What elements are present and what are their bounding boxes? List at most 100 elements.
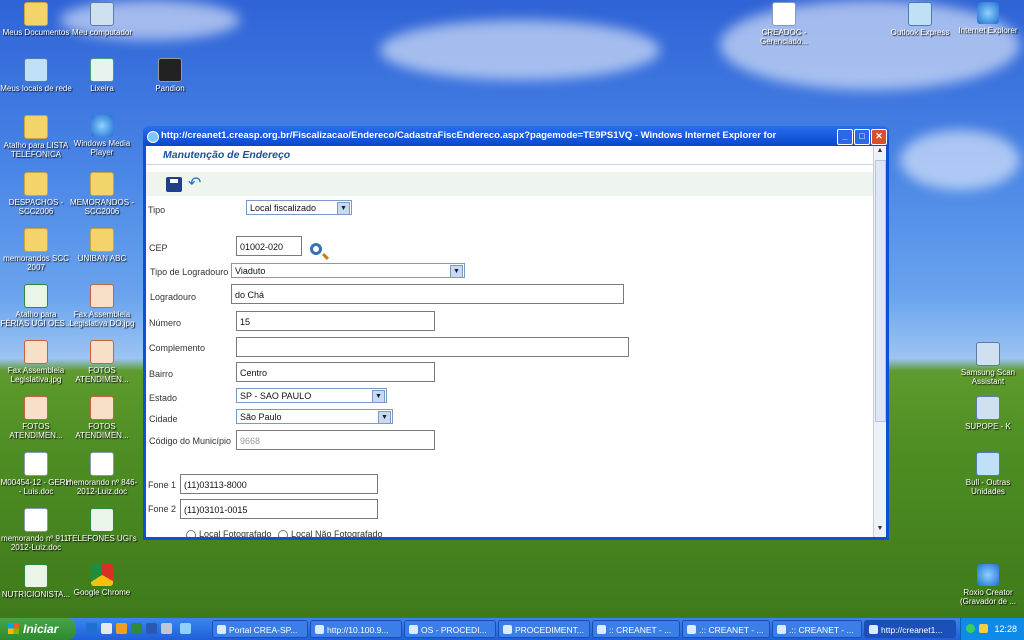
desktop-icon-nutricionista[interactable]: NUTRICIONISTA... [0, 564, 72, 599]
icon-label: Meu computador [71, 28, 133, 37]
creadoc-icon [772, 2, 796, 26]
fone2-field[interactable]: (11)03101-0015 [180, 499, 378, 519]
desktop-icon-bull-outras-unidades[interactable]: Bull - Outras Unidades [952, 452, 1024, 496]
desktop-icon-creadoc[interactable]: CREADOC - Gerenciado... [748, 2, 820, 46]
desktop-icon-memorando-911[interactable]: memorando nº 911-2012-Luiz.doc [0, 508, 72, 552]
word-quicklaunch-icon[interactable] [146, 623, 157, 634]
complemento-field[interactable] [236, 337, 629, 357]
icon-label: NUTRICIONISTA... [1, 590, 71, 599]
desktop-icon-internet-explorer[interactable]: Internet Explorer [952, 2, 1024, 35]
desktop-icon-pandion[interactable]: Pandion [134, 58, 206, 93]
folder-icon [409, 625, 418, 634]
close-button[interactable]: ✕ [871, 129, 887, 145]
save-icon[interactable] [166, 177, 182, 192]
undo-icon[interactable]: ↶ [188, 176, 201, 192]
vertical-scrollbar[interactable]: ▲ ▼ [873, 146, 886, 537]
minimize-button[interactable]: _ [837, 129, 853, 145]
cep-field[interactable]: 01002-020 [236, 236, 302, 256]
tipo-logradouro-select[interactable]: Viaduto ▼ [231, 263, 465, 278]
scroll-thumb[interactable] [875, 160, 886, 422]
desktop-icon-meus-locais-de-rede[interactable]: Meus locais de rede [0, 58, 72, 93]
desktop-icon-fotos-3[interactable]: FOTOS ATENDIMEN... [66, 396, 138, 440]
outlook-quicklaunch-icon[interactable] [116, 623, 127, 634]
desktop-icon-samsung-scan[interactable]: Samsung Scan Assistant [952, 342, 1024, 386]
icon-label: Samsung Scan Assistant [960, 368, 1016, 386]
ie-icon [597, 625, 606, 634]
scroll-up-icon[interactable]: ▲ [875, 147, 885, 157]
desktop-quicklaunch-icon[interactable] [101, 623, 112, 634]
radio-local-fotografado[interactable]: Local Fotografado [186, 529, 272, 537]
desktop-icon-supope-k[interactable]: SUPOPE - K [952, 396, 1024, 431]
desktop-icon-outlook-express[interactable]: Outlook Express [884, 2, 956, 37]
divider [146, 164, 874, 165]
network-status-icon[interactable] [966, 624, 975, 633]
desktop-icon-ferias-ugi[interactable]: Atalho para FÉRIAS UGI OES... [0, 284, 72, 328]
ie-quicklaunch-icon[interactable] [86, 623, 97, 634]
desktop-icon-telefones-ugis[interactable]: TELEFONES UGI's [66, 508, 138, 543]
task-os-procedi[interactable]: OS - PROCEDI... [404, 620, 496, 638]
logradouro-field[interactable]: do Chá [231, 284, 624, 304]
cloud [380, 20, 660, 80]
desktop-icon-m00454[interactable]: M00454-12 - GERH - Luis.doc [0, 452, 72, 496]
fone1-field[interactable]: (11)03113-8000 [180, 474, 378, 494]
ie-title-bar[interactable]: http://creanet1.creasp.org.br/Fiscalizac… [143, 126, 889, 146]
app-quicklaunch-icon[interactable] [180, 623, 191, 634]
task-portal-crea[interactable]: Portal CREA-SP... [212, 620, 308, 638]
desktop-icon-windows-media-player[interactable]: Windows Media Player [66, 115, 138, 157]
desktop-icon-roxio-creator[interactable]: Roxio Creator (Gravador de ... [952, 564, 1024, 606]
desktop-icon-memorando-846[interactable]: memorando nº 846-2012-Luiz.doc [66, 452, 138, 496]
codigo-municipio-field[interactable]: 9668 [236, 430, 435, 450]
scanner-icon [976, 342, 1000, 366]
task-creanet-2[interactable]: .:: CREANET - ... [682, 620, 770, 638]
desktop-icon-fax-assembleia-do[interactable]: Fax Assembleia Legislativa DO.jpg [66, 284, 138, 328]
ie-icon [869, 625, 878, 634]
folder-icon [24, 115, 48, 139]
app-quicklaunch-icon[interactable] [161, 623, 172, 634]
desktop-icon-fax-assembleia[interactable]: Fax Assembleia Legislativa.jpg [0, 340, 72, 384]
scroll-down-icon[interactable]: ▼ [875, 525, 885, 535]
ie-window: http://creanet1.creasp.org.br/Fiscalizac… [143, 126, 889, 540]
icon-label: Meus locais de rede [0, 84, 72, 93]
task-creanet-3[interactable]: .:: CREANET - ... [772, 620, 862, 638]
icon-label: CREADOC - Gerenciado... [759, 28, 809, 46]
task-label: OS - PROCEDI... [421, 625, 487, 635]
desktop-icon-google-chrome[interactable]: Google Chrome [66, 564, 138, 597]
excel-quicklaunch-icon[interactable] [131, 623, 142, 634]
task-http-creanet1[interactable]: http://creanet1... [864, 620, 956, 638]
start-button[interactable]: Iniciar [0, 618, 76, 640]
desktop-icon-memorandos-scc-2007[interactable]: memorandos SCC 2007 [0, 228, 72, 272]
ie-icon [217, 625, 226, 634]
radio-local-nao-fotografado[interactable]: Local Não Fotografado [278, 529, 383, 537]
desktop-icon-despachos[interactable]: DESPACHOS - SCC2006 [0, 172, 72, 216]
icon-label: UNIBAN ABC [77, 254, 127, 263]
desktop-icon-meu-computador[interactable]: Meu computador [66, 2, 138, 37]
bairro-field[interactable]: Centro [236, 362, 435, 382]
desktop-icon-fotos-1[interactable]: FOTOS ATENDIMEN... [66, 340, 138, 384]
tipo-select[interactable]: Local fiscalizado ▼ [246, 200, 352, 215]
icon-label: FOTOS ATENDIMEN... [75, 366, 129, 384]
maximize-button[interactable]: □ [854, 129, 870, 145]
estado-select[interactable]: SP - SAO PAULO ▼ [236, 388, 387, 403]
task-procediment[interactable]: PROCEDIMENT... [498, 620, 590, 638]
image-icon [90, 284, 114, 308]
form-toolbar: ↶ [146, 172, 874, 196]
desktop-icon-meus-documentos[interactable]: Meus Documentos [0, 2, 72, 37]
task-http-10[interactable]: http://10.100.9... [310, 620, 402, 638]
desktop-icon-uniban-abc[interactable]: UNIBAN ABC [66, 228, 138, 263]
task-label: http://10.100.9... [327, 625, 389, 635]
cep-label: CEP [149, 243, 168, 253]
icon-label: SUPOPE - K [965, 422, 1011, 431]
word-icon [503, 625, 512, 634]
desktop-icon-lixeira[interactable]: Lixeira [66, 58, 138, 93]
volume-icon[interactable] [979, 624, 988, 633]
desktop-icon-fotos-2[interactable]: FOTOS ATENDIMEN... [0, 396, 72, 440]
pandion-icon [158, 58, 182, 82]
excel-icon [24, 284, 48, 308]
task-creanet-1[interactable]: :: CREANET - ... [592, 620, 680, 638]
numero-field[interactable]: 15 [236, 311, 435, 331]
search-icon[interactable] [310, 243, 322, 255]
desktop-icon-lista-telefonica[interactable]: Atalho para LISTA TELEFONICA [0, 115, 72, 159]
folder-icon [90, 228, 114, 252]
cidade-select[interactable]: São Paulo ▼ [236, 409, 393, 424]
desktop-icon-memorandos[interactable]: MEMORANDOS - SCC2006 [66, 172, 138, 216]
